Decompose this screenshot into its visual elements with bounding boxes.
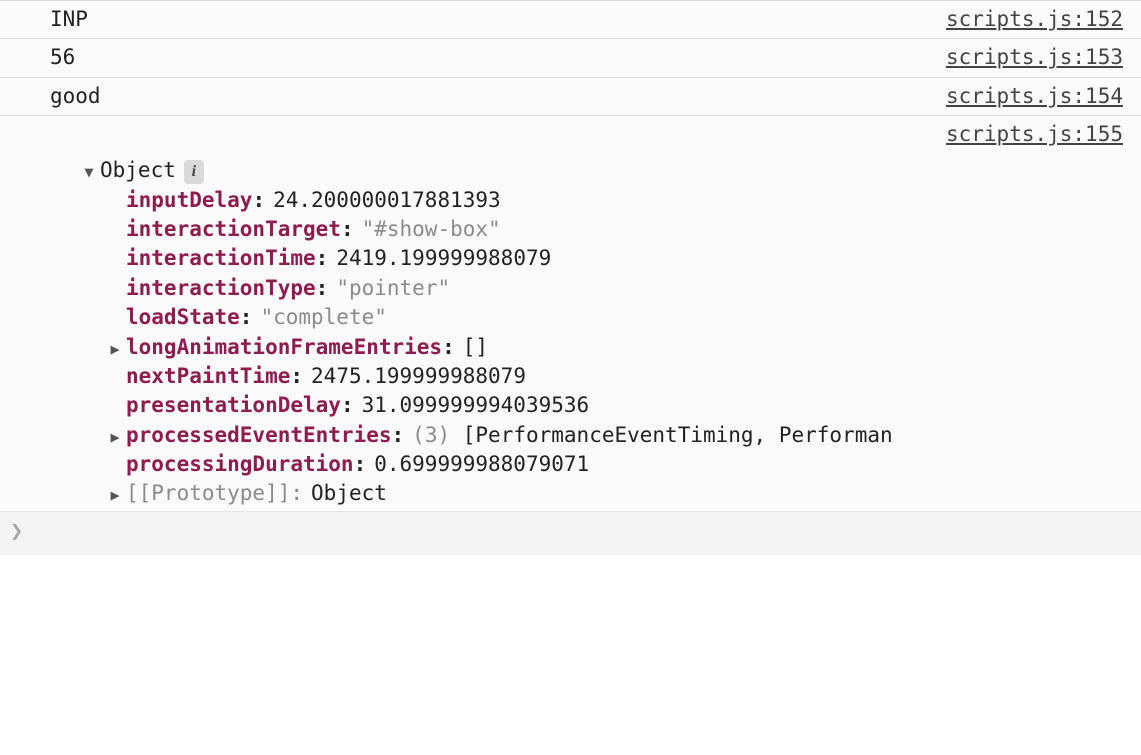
object-property: interactionTarget: "#show-box"	[50, 215, 1123, 244]
object-tree: ▼ Object i inputDelay: 24.20000001788139…	[50, 122, 1123, 509]
prop-key: interactionTime	[126, 244, 316, 273]
prop-key: processedEventEntries	[126, 421, 392, 450]
object-property: loadState: "complete"	[50, 303, 1123, 332]
prop-key: interactionType	[126, 274, 316, 303]
prop-value: []	[463, 333, 488, 362]
prop-key: interactionTarget	[126, 215, 341, 244]
object-property: interactionTime: 2419.199999988079	[50, 244, 1123, 273]
object-root-line[interactable]: ▼ Object i	[50, 156, 1123, 185]
prop-value: 24.200000017881393	[273, 186, 501, 215]
disclosure-triangle-right-icon[interactable]: ▶	[104, 339, 126, 360]
object-property: nextPaintTime: 2475.199999988079	[50, 362, 1123, 391]
console-prompt[interactable]: ❯	[0, 511, 1141, 555]
prop-key: nextPaintTime	[126, 362, 290, 391]
source-link[interactable]: scripts.js:153	[946, 43, 1123, 72]
object-property: processingDuration: 0.699999988079071	[50, 450, 1123, 479]
source-link[interactable]: scripts.js:154	[946, 82, 1123, 111]
console-panel: INP scripts.js:152 56 scripts.js:153 goo…	[0, 0, 1141, 555]
object-property[interactable]: ▶ longAnimationFrameEntries: []	[50, 333, 1123, 362]
log-text: good	[50, 82, 101, 111]
prop-key: presentationDelay	[126, 391, 341, 420]
console-log-row: INP scripts.js:152	[0, 0, 1141, 39]
object-property: interactionType: "pointer"	[50, 274, 1123, 303]
disclosure-triangle-down-icon[interactable]: ▼	[78, 162, 100, 183]
object-prototype[interactable]: ▶ [[Prototype]]: Object	[50, 479, 1123, 508]
prop-key: loadState	[126, 303, 240, 332]
prop-value: 31.099999994039536	[362, 391, 590, 420]
prop-value: 2419.199999988079	[336, 244, 551, 273]
object-property: presentationDelay: 31.099999994039536	[50, 391, 1123, 420]
prop-value: "complete"	[260, 303, 386, 332]
log-text: 56	[50, 43, 75, 72]
object-property: inputDelay: 24.200000017881393	[50, 186, 1123, 215]
prop-value: 0.699999988079071	[374, 450, 589, 479]
prototype-value: Object	[311, 479, 387, 508]
console-log-row: 56 scripts.js:153	[0, 39, 1141, 77]
disclosure-triangle-right-icon[interactable]: ▶	[104, 485, 126, 506]
object-property[interactable]: ▶ processedEventEntries: (3) [Performanc…	[50, 421, 1123, 450]
chevron-right-icon: ❯	[10, 517, 23, 548]
prop-value: [PerformanceEventTiming, Performan	[463, 421, 893, 450]
object-label: Object	[100, 156, 176, 185]
prop-key: inputDelay	[126, 186, 252, 215]
prop-value: "#show-box"	[362, 215, 501, 244]
prototype-key: [[Prototype]]	[126, 479, 290, 508]
source-link[interactable]: scripts.js:152	[946, 5, 1123, 34]
console-object-row: scripts.js:155 ▼ Object i inputDelay: 24…	[0, 116, 1141, 511]
disclosure-triangle-right-icon[interactable]: ▶	[104, 427, 126, 448]
prop-key: processingDuration	[126, 450, 354, 479]
prop-key: longAnimationFrameEntries	[126, 333, 442, 362]
prop-count: (3)	[412, 421, 450, 450]
prop-value: "pointer"	[336, 274, 450, 303]
source-link[interactable]: scripts.js:155	[946, 120, 1123, 149]
log-text: INP	[50, 5, 88, 34]
prop-value: 2475.199999988079	[311, 362, 526, 391]
info-icon[interactable]: i	[184, 160, 204, 184]
console-log-row: good scripts.js:154	[0, 78, 1141, 116]
